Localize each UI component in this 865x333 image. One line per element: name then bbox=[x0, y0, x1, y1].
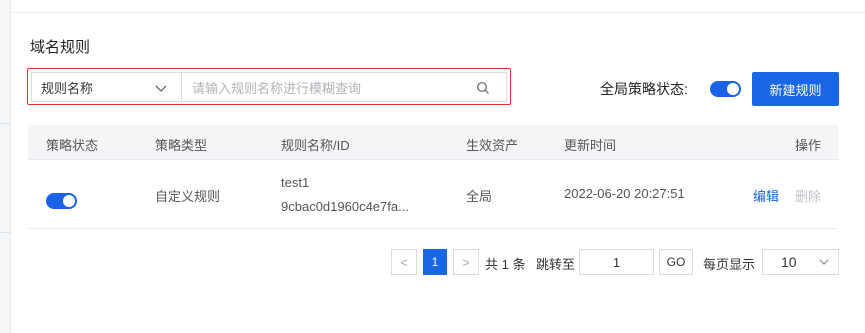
delete-link[interactable]: 删除 bbox=[795, 186, 821, 205]
page-button-current[interactable]: 1 bbox=[423, 249, 447, 275]
jump-label: 跳转至 bbox=[536, 257, 576, 272]
jump-page-input[interactable]: 1 bbox=[579, 249, 654, 275]
chevron-left-icon: < bbox=[400, 254, 408, 270]
row-rule-name: test1 bbox=[281, 175, 310, 190]
page-size-select[interactable]: 10 bbox=[762, 249, 839, 275]
total-count: 共 1 条 bbox=[485, 257, 526, 272]
search-placeholder: 请输入规则名称进行模糊查询 bbox=[192, 80, 362, 96]
row-divider bbox=[28, 228, 838, 229]
search-field-select-value: 规则名称 bbox=[41, 80, 94, 96]
search-icon[interactable] bbox=[476, 81, 490, 95]
left-edge-strip bbox=[0, 0, 11, 333]
row-asset: 全局 bbox=[466, 189, 493, 204]
column-header-actions: 操作 bbox=[795, 138, 822, 153]
next-page-button[interactable]: > bbox=[453, 249, 479, 275]
panel-top-border bbox=[12, 12, 865, 13]
new-rule-button[interactable]: 新建规则 bbox=[752, 72, 839, 106]
toggle-knob bbox=[63, 195, 75, 207]
page-size-value: 10 bbox=[781, 254, 797, 270]
rules-panel bbox=[12, 0, 865, 333]
page-size-label: 每页显示 bbox=[703, 257, 756, 272]
row-status-toggle[interactable] bbox=[46, 193, 77, 209]
chevron-right-icon: > bbox=[462, 254, 470, 270]
chevron-down-icon bbox=[819, 259, 829, 265]
table-header bbox=[28, 125, 838, 160]
prev-page-button[interactable]: < bbox=[391, 249, 417, 275]
divider bbox=[0, 232, 11, 233]
global-policy-label: 全局策略状态: bbox=[600, 81, 688, 97]
column-header-name-id: 规则名称/ID bbox=[281, 138, 350, 153]
divider bbox=[0, 123, 11, 124]
row-type: 自定义规则 bbox=[155, 189, 221, 204]
column-header-status: 策略状态 bbox=[46, 138, 99, 153]
chevron-down-icon bbox=[155, 85, 167, 92]
column-header-type: 策略类型 bbox=[155, 138, 208, 153]
column-header-updated: 更新时间 bbox=[564, 138, 617, 153]
global-policy-toggle[interactable] bbox=[710, 81, 741, 97]
row-rule-id: 9cbac0d1960c4e7fa... bbox=[281, 199, 409, 214]
go-button[interactable]: GO bbox=[659, 249, 693, 275]
column-header-asset: 生效资产 bbox=[466, 138, 519, 153]
toggle-knob bbox=[727, 83, 739, 95]
search-field-select[interactable]: 规则名称 bbox=[31, 72, 182, 102]
search-input[interactable]: 请输入规则名称进行模糊查询 bbox=[181, 72, 507, 102]
edit-link[interactable]: 编辑 bbox=[753, 186, 779, 205]
row-updated-time: 2022-06-20 20:27:51 bbox=[564, 186, 685, 201]
page-title: 域名规则 bbox=[30, 39, 91, 56]
